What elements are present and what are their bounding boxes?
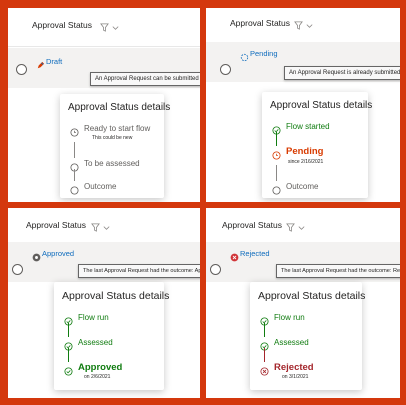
status-details-card: Approval Status details Flow run Assesse…: [250, 282, 366, 390]
spinner-icon: [240, 49, 249, 62]
step-label: Assessed: [274, 338, 309, 347]
row-select-radio[interactable]: [220, 64, 231, 75]
panel-pending: Approval Status Pending An Approval Requ…: [206, 8, 400, 202]
status-label[interactable]: Approved: [42, 249, 74, 258]
status-tooltip: An Approval Request can be submitted: [90, 72, 200, 86]
panel-draft: Approval Status Draft An Approval Reques…: [8, 8, 200, 202]
step-label: Flow started: [286, 122, 330, 131]
pencil-icon: [36, 57, 45, 69]
status-details-card: Approval Status details Flow run Assesse…: [54, 282, 169, 390]
filter-icon[interactable]: [91, 219, 100, 237]
column-header: Approval Status: [206, 8, 400, 38]
circle-empty-icon: [70, 182, 79, 195]
step-label: Assessed: [78, 338, 113, 347]
card-title: Approval Status details: [258, 290, 366, 302]
status-tooltip: The last Approval Request had the outcom…: [78, 264, 200, 278]
row-select-radio[interactable]: [16, 64, 27, 75]
chevron-down-icon[interactable]: [297, 219, 306, 237]
filter-icon[interactable]: [286, 219, 295, 237]
step-label: Pending: [286, 146, 324, 157]
status-details-card: Approval Status details Ready to start f…: [60, 94, 170, 198]
chevron-down-icon[interactable]: [102, 219, 111, 237]
filter-icon[interactable]: [100, 19, 109, 37]
step-connector: [276, 132, 277, 146]
status-label[interactable]: Pending: [250, 49, 278, 58]
step-label: Outcome: [84, 182, 117, 191]
check-circle-icon: [272, 122, 281, 135]
column-header: Approval Status: [8, 8, 200, 47]
step-sub: This could be new: [92, 135, 133, 141]
clock-outline-icon: [70, 124, 79, 137]
step-connector: [68, 323, 69, 337]
x-circle-icon: [260, 363, 269, 376]
check-circle-icon: [64, 363, 73, 376]
circle-empty-icon: [272, 182, 281, 195]
card-title: Approval Status details: [68, 102, 171, 113]
circle-empty-icon: [70, 159, 79, 172]
step-connector: [276, 165, 277, 181]
list-row[interactable]: Approved The last Approval Request had t…: [8, 242, 200, 282]
column-header-label[interactable]: Approval Status: [230, 18, 290, 28]
column-header-label[interactable]: Approval Status: [26, 220, 86, 230]
list-row[interactable]: Rejected The last Approval Request had t…: [206, 242, 400, 282]
step-connector: [68, 348, 69, 362]
list-row[interactable]: Draft An Approval Request can be submitt…: [8, 48, 200, 88]
filter-icon[interactable]: [294, 17, 303, 35]
check-circle-icon: [260, 338, 269, 351]
x-badge-icon: [230, 249, 239, 262]
list-row[interactable]: Pending An Approval Request is already s…: [206, 42, 400, 82]
step-sub: on 2/6/2021: [84, 374, 111, 380]
step-label: To be assessed: [84, 159, 140, 168]
step-connector: [264, 348, 265, 362]
step-label: Flow run: [274, 313, 305, 322]
gear-badge-icon: [32, 249, 41, 262]
status-tooltip: An Approval Request is already submitted: [284, 66, 400, 80]
status-details-card: Approval Status details Flow started Pen…: [262, 92, 372, 198]
check-circle-icon: [64, 313, 73, 326]
clock-orange-icon: [272, 147, 281, 160]
step-label: Flow run: [78, 313, 109, 322]
panel-approved: Approval Status Approved The last Approv…: [8, 208, 200, 398]
step-sub: on 3/1/2021: [282, 374, 309, 380]
check-circle-icon: [64, 338, 73, 351]
outer-frame: Approval Status Draft An Approval Reques…: [0, 0, 406, 405]
row-select-radio[interactable]: [12, 264, 23, 275]
column-header-label[interactable]: Approval Status: [32, 20, 92, 30]
step-connector: [264, 323, 265, 337]
status-label[interactable]: Rejected: [240, 249, 270, 258]
step-sub: since 2/16/2021: [288, 159, 324, 165]
chevron-down-icon[interactable]: [111, 19, 120, 37]
column-header: Approval Status: [8, 208, 200, 238]
step-label: Outcome: [286, 182, 319, 191]
column-header: Approval Status: [206, 208, 400, 238]
step-connector: [74, 169, 75, 181]
card-title: Approval Status details: [270, 100, 373, 111]
step-label: Ready to start flow: [84, 124, 151, 133]
row-select-radio[interactable]: [210, 264, 221, 275]
step-label: Rejected: [274, 362, 314, 373]
card-title: Approval Status details: [62, 290, 170, 302]
status-tooltip: The last Approval Request had the outcom…: [276, 264, 400, 278]
step-connector: [74, 142, 75, 158]
status-label[interactable]: Draft: [46, 57, 62, 66]
chevron-down-icon[interactable]: [305, 17, 314, 35]
step-label: Approved: [78, 362, 123, 373]
column-header-label[interactable]: Approval Status: [222, 220, 282, 230]
panel-rejected: Approval Status Rejected The last Approv…: [206, 208, 400, 398]
check-circle-icon: [260, 313, 269, 326]
